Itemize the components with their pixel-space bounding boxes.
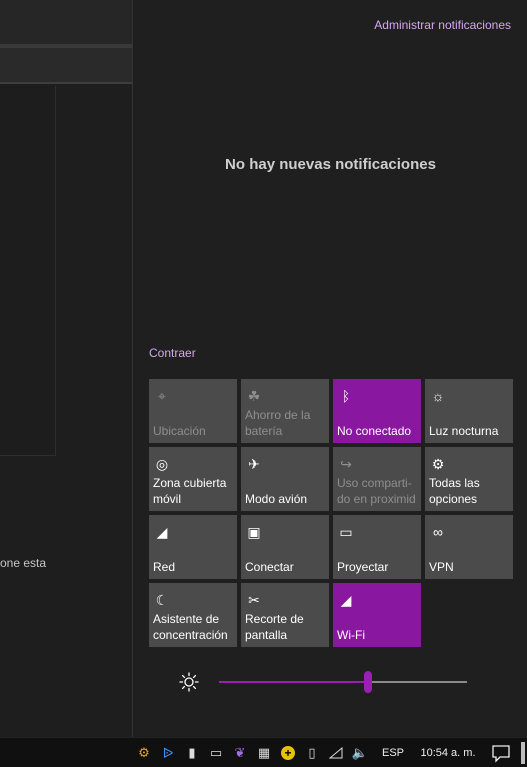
- tile-label: Todas las opciones: [429, 476, 480, 506]
- tile-label: Red: [153, 560, 176, 574]
- nearby-sharing-icon: ↪: [340, 456, 352, 472]
- settings-icon: ⚙: [431, 456, 445, 472]
- manage-notifications-link[interactable]: Administrar notificaciones: [374, 18, 511, 32]
- tile-battery-saver[interactable]: ☘ Ahorro de la batería: [241, 379, 329, 443]
- brightness-icon: [179, 672, 199, 692]
- taskbar: ⚙ ᐉ ▮ ▭ ❦ ▦ + ▯ 🔈 ESP 10:54 a. m.: [0, 737, 527, 767]
- notification-center-icon[interactable]: [491, 743, 511, 763]
- tile-night-light[interactable]: ☼ Luz nocturna: [425, 379, 513, 443]
- tile-nearby-sharing[interactable]: ↪ Uso comparti- do en proximid: [333, 447, 421, 511]
- volume-icon[interactable]: 🔈: [348, 738, 372, 767]
- tile-label: Uso comparti- do en proximid: [337, 476, 416, 506]
- tile-label: Ahorro de la batería: [245, 408, 311, 438]
- wifi-tray-icon[interactable]: [324, 738, 348, 767]
- background-toolbar: [0, 0, 132, 44]
- feather-icon[interactable]: ❦: [228, 738, 252, 767]
- battery-icon[interactable]: ▯: [300, 738, 324, 767]
- tile-bluetooth[interactable]: ᛒ No conectado: [333, 379, 421, 443]
- tile-label: Proyectar: [337, 560, 389, 574]
- tile-label: Wi-Fi: [337, 628, 365, 642]
- tile-network[interactable]: ◢ Red: [149, 515, 237, 579]
- tile-mobile-hotspot[interactable]: ◎ Zona cubierta móvil: [149, 447, 237, 511]
- tile-label: Conectar: [245, 560, 294, 574]
- background-panel: [0, 86, 56, 456]
- mobile-hotspot-icon: ◎: [155, 456, 169, 472]
- airplane-icon: ✈: [248, 456, 260, 472]
- empty-notifications-message: No hay nuevas notificaciones: [225, 156, 436, 173]
- show-desktop-button[interactable]: [521, 742, 525, 764]
- vpn-icon: ∞: [433, 524, 443, 540]
- tile-label: Zona cubierta móvil: [153, 476, 227, 506]
- tile-focus-assist[interactable]: ☾ Asistente de concentración: [149, 583, 237, 647]
- tile-airplane[interactable]: ✈ Modo avión: [241, 447, 329, 511]
- tile-label: Modo avión: [245, 492, 308, 506]
- display-icon[interactable]: ▭: [204, 738, 228, 767]
- tile-vpn[interactable]: ∞ VPN: [425, 515, 513, 579]
- brightness-slider-fill: [219, 681, 368, 683]
- plus-icon[interactable]: +: [276, 738, 300, 767]
- tile-screen-snip[interactable]: ✂ Recorte de pantalla: [241, 583, 329, 647]
- system-tray: ⚙ ᐉ ▮ ▭ ❦ ▦ + ▯ 🔈 ESP 10:54 a. m.: [132, 738, 480, 767]
- brightness-slider-thumb[interactable]: [363, 671, 372, 693]
- project-icon: ▭: [339, 524, 353, 540]
- background-text: one esta: [0, 556, 47, 570]
- wifi-icon: ◢: [340, 592, 352, 608]
- tile-label: No conectado: [337, 424, 412, 438]
- bluetooth-tray-icon[interactable]: ᐉ: [156, 738, 180, 767]
- action-center: Administrar notificaciones No hay nuevas…: [132, 0, 527, 737]
- bluetooth-icon: ᛒ: [341, 388, 351, 404]
- tile-label: Luz nocturna: [429, 424, 499, 438]
- brightness-control: [179, 670, 479, 694]
- focus-assist-icon: ☾: [155, 592, 169, 608]
- tile-location[interactable]: ⌖ Ubicación: [149, 379, 237, 443]
- screen-snip-icon: ✂: [248, 592, 260, 608]
- background-divider: [0, 82, 132, 84]
- quick-actions-grid: ⌖ Ubicación ☘ Ahorro de la batería ᛒ No conec…: [149, 379, 514, 647]
- tile-settings[interactable]: ⚙ Todas las opciones: [425, 447, 513, 511]
- tile-wifi[interactable]: ◢ Wi-Fi: [333, 583, 421, 647]
- collapse-link[interactable]: Contraer: [149, 346, 196, 360]
- film-icon[interactable]: ▦: [252, 738, 276, 767]
- background-window: one esta: [0, 0, 132, 737]
- tile-label: Asistente de concentración: [153, 612, 228, 642]
- usb-icon[interactable]: ▮: [180, 738, 204, 767]
- background-tabbar: [0, 48, 132, 82]
- tile-label: VPN: [429, 560, 454, 574]
- brightness-slider[interactable]: [219, 671, 467, 693]
- app-icon[interactable]: ⚙: [132, 738, 156, 767]
- network-icon: ◢: [156, 524, 168, 540]
- battery-saver-icon: ☘: [247, 388, 261, 404]
- tile-connect[interactable]: ▣ Conectar: [241, 515, 329, 579]
- clock[interactable]: 10:54 a. m.: [416, 747, 480, 759]
- connect-icon: ▣: [247, 524, 261, 540]
- tile-project[interactable]: ▭ Proyectar: [333, 515, 421, 579]
- night-light-icon: ☼: [431, 388, 445, 404]
- language-indicator[interactable]: ESP: [378, 747, 408, 759]
- tile-label: Ubicación: [153, 424, 206, 438]
- tile-label: Recorte de pantalla: [245, 612, 304, 642]
- location-icon: ⌖: [158, 388, 166, 404]
